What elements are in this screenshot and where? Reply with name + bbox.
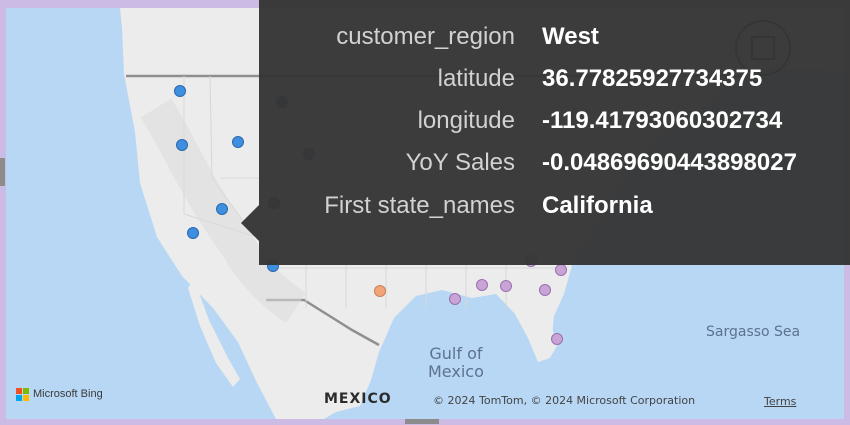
map-tooltip: customer_region West latitude 36.7782592… <box>241 0 850 265</box>
tooltip-label: customer_region <box>336 23 515 50</box>
tooltip-row-customer-region: customer_region West <box>259 23 850 63</box>
tooltip-label: YoY Sales <box>405 149 515 176</box>
map-point[interactable] <box>374 285 386 297</box>
map-point[interactable] <box>555 264 567 276</box>
tooltip-row-yoy-sales: YoY Sales -0.04869690443898027 <box>259 149 850 189</box>
map-point[interactable] <box>176 139 188 151</box>
bing-branding: Microsoft Bing <box>16 385 103 403</box>
gulf-line-2: Mexico <box>428 362 484 381</box>
map-point[interactable] <box>500 280 512 292</box>
terms-link[interactable]: Terms <box>764 395 796 408</box>
map-point[interactable] <box>449 293 461 305</box>
sargasso-sea-label: Sargasso Sea <box>706 324 801 340</box>
mexico-label: MEXICO <box>324 391 392 407</box>
bing-label: Microsoft Bing <box>33 388 103 400</box>
map-point[interactable] <box>539 284 551 296</box>
tooltip-label: longitude <box>417 107 515 134</box>
tooltip-value: 36.77825927734375 <box>542 65 763 92</box>
map-point[interactable] <box>187 227 199 239</box>
tooltip-value: California <box>542 192 653 219</box>
microsoft-logo-icon <box>16 388 29 401</box>
tooltip-value: -119.41793060302734 <box>542 107 783 134</box>
gulf-of-mexico-label: Gulf of Mexico <box>428 345 484 381</box>
tooltip-label: latitude <box>437 65 515 92</box>
map-point[interactable] <box>476 279 488 291</box>
tooltip-row-latitude: latitude 36.77825927734375 <box>259 65 850 105</box>
tooltip-value: West <box>542 23 599 50</box>
map-point[interactable] <box>551 333 563 345</box>
map-point[interactable] <box>216 203 228 215</box>
map-copyright: © 2024 TomTom, © 2024 Microsoft Corporat… <box>433 394 696 407</box>
map-point[interactable] <box>174 85 186 97</box>
resize-handle-bottom[interactable] <box>405 419 439 424</box>
tooltip-row-longitude: longitude -119.41793060302734 <box>259 107 850 147</box>
resize-handle-left[interactable] <box>0 158 5 186</box>
tooltip-label: First state_names <box>324 192 515 219</box>
tooltip-row-first-state-names: First state_names California <box>259 192 850 232</box>
map-point[interactable] <box>232 136 244 148</box>
gulf-line-1: Gulf of <box>429 344 483 363</box>
tooltip-value: -0.04869690443898027 <box>542 149 797 176</box>
